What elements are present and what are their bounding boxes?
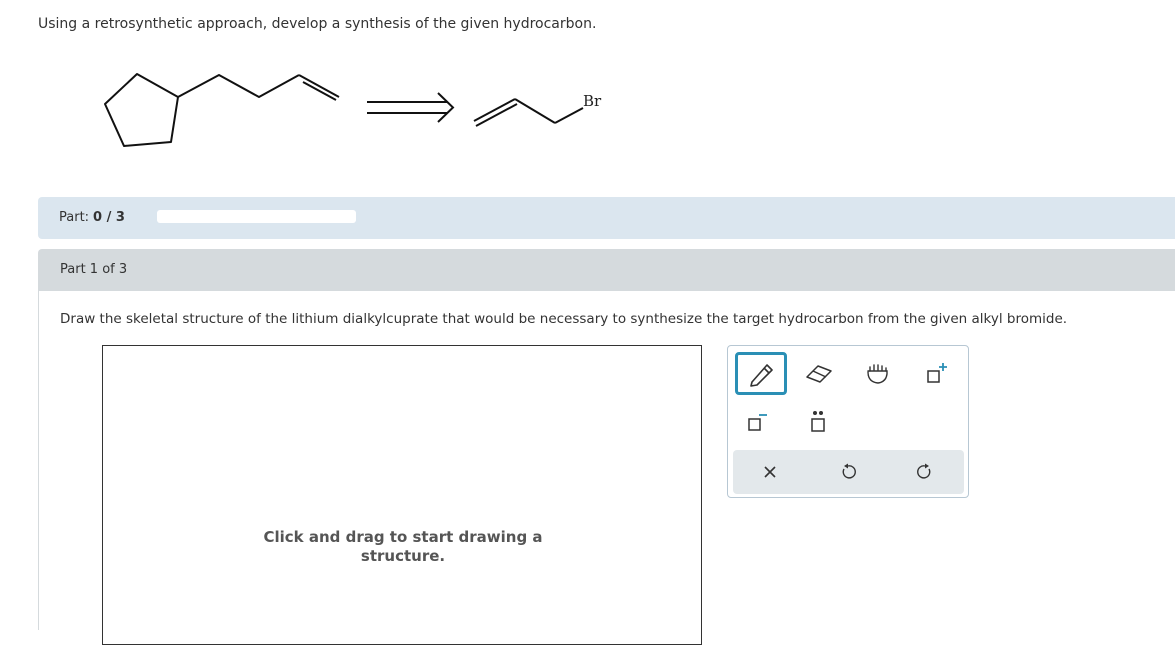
add-negative-charge-button[interactable] bbox=[733, 402, 781, 442]
canvas-hint: Click and drag to start drawing a struct… bbox=[103, 528, 703, 566]
target-chain bbox=[177, 74, 300, 98]
part-instruction: Draw the skeletal structure of the lithi… bbox=[60, 311, 1068, 327]
retrosynthesis-arrow bbox=[367, 92, 455, 123]
lone-pair-icon bbox=[811, 411, 825, 432]
progress-track bbox=[157, 210, 356, 223]
pencil-icon bbox=[750, 363, 773, 387]
drawing-toolbox bbox=[727, 345, 969, 498]
clear-icon bbox=[764, 466, 776, 478]
allyl-bromide-structure bbox=[473, 98, 584, 127]
minus-charge-icon bbox=[748, 414, 767, 431]
action-bar bbox=[733, 450, 964, 494]
hand-icon bbox=[867, 364, 888, 384]
canvas-hint-line1: Click and drag to start drawing a bbox=[263, 528, 543, 546]
hand-tool-button[interactable] bbox=[854, 354, 902, 394]
undo-icon bbox=[842, 463, 856, 479]
plus-charge-icon bbox=[927, 363, 947, 383]
redo-button[interactable] bbox=[895, 450, 955, 494]
bromine-label: Br bbox=[583, 92, 602, 110]
cyclopentane-ring bbox=[104, 73, 179, 147]
drawing-canvas[interactable]: Click and drag to start drawing a struct… bbox=[102, 345, 702, 645]
lone-pair-button[interactable] bbox=[794, 402, 842, 442]
part-progress-text: Part: bbox=[59, 210, 90, 225]
part-progress-bar: Part: 0 / 3 bbox=[38, 197, 1175, 239]
eraser-tool-button[interactable] bbox=[795, 354, 843, 394]
canvas-hint-line2: structure. bbox=[360, 547, 446, 565]
redo-icon bbox=[917, 463, 931, 479]
pencil-tool-button[interactable] bbox=[735, 352, 787, 395]
eraser-icon bbox=[806, 365, 832, 383]
part-header: Part 1 of 3 bbox=[38, 249, 1175, 291]
part-progress-value: 0 / 3 bbox=[93, 210, 125, 225]
add-positive-charge-button[interactable] bbox=[913, 354, 961, 394]
part-progress-label: Part: 0 / 3 bbox=[59, 210, 125, 225]
part-header-label: Part 1 of 3 bbox=[60, 262, 128, 277]
undo-button[interactable] bbox=[818, 450, 878, 494]
clear-button[interactable] bbox=[740, 450, 800, 494]
